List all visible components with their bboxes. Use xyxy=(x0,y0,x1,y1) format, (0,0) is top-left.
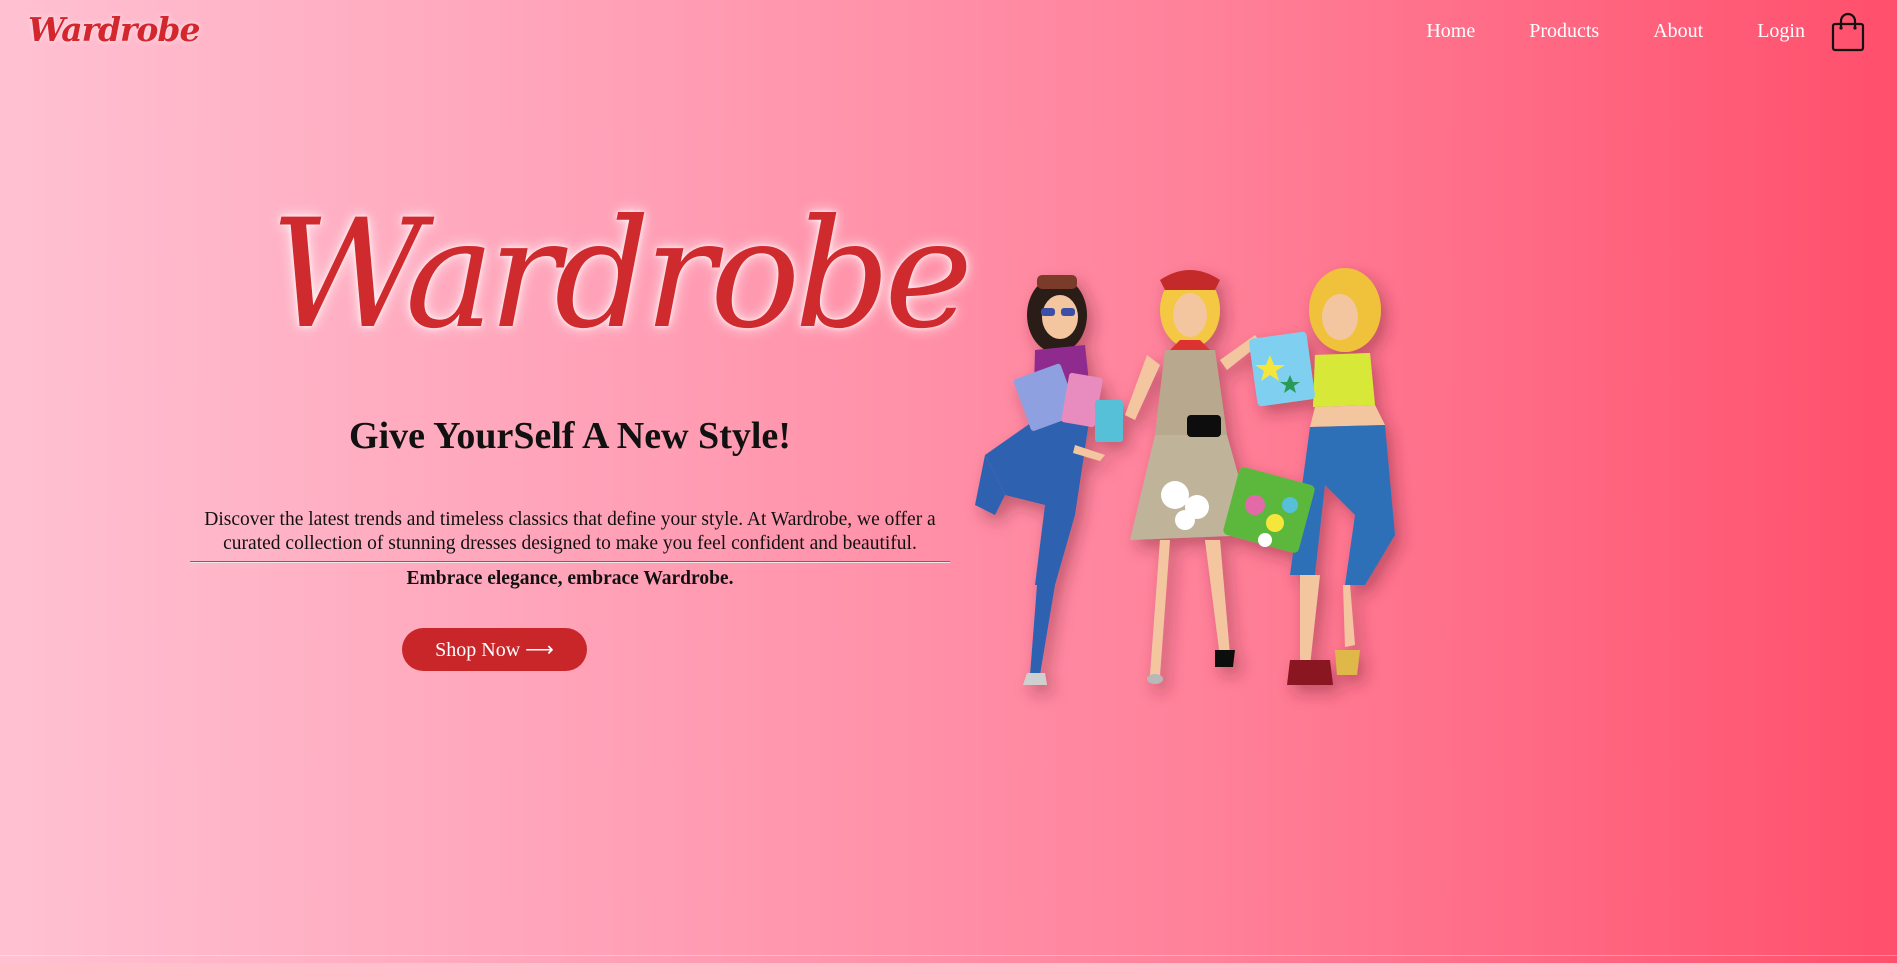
woman-left-figure xyxy=(975,275,1123,685)
shop-now-button[interactable]: Shop Now ⟶ xyxy=(402,628,587,671)
hero-description: Discover the latest trends and timeless … xyxy=(204,509,936,554)
nav-home-link[interactable]: Home xyxy=(1426,20,1475,43)
hero-tagline: Give YourSelf A New Style! xyxy=(349,415,791,457)
hero-logo: Wardrobe xyxy=(270,188,973,362)
brand-logo[interactable]: Wardrobe xyxy=(28,10,201,49)
woman-right-figure xyxy=(1223,268,1395,685)
shopping-women-illustration xyxy=(965,255,1465,715)
nav-about-link[interactable]: About xyxy=(1653,20,1703,43)
shopping-bag-icon[interactable] xyxy=(1831,12,1865,52)
divider xyxy=(190,561,950,563)
nav-links: Home Products About Login xyxy=(1372,20,1805,43)
bottom-divider xyxy=(0,955,1897,956)
nav-products-link[interactable]: Products xyxy=(1529,20,1599,43)
navbar: Wardrobe Home Products About Login xyxy=(0,0,1897,66)
nav-login-link[interactable]: Login xyxy=(1757,20,1805,43)
hero-emphasis: Embrace elegance, embrace Wardrobe. xyxy=(406,568,734,589)
